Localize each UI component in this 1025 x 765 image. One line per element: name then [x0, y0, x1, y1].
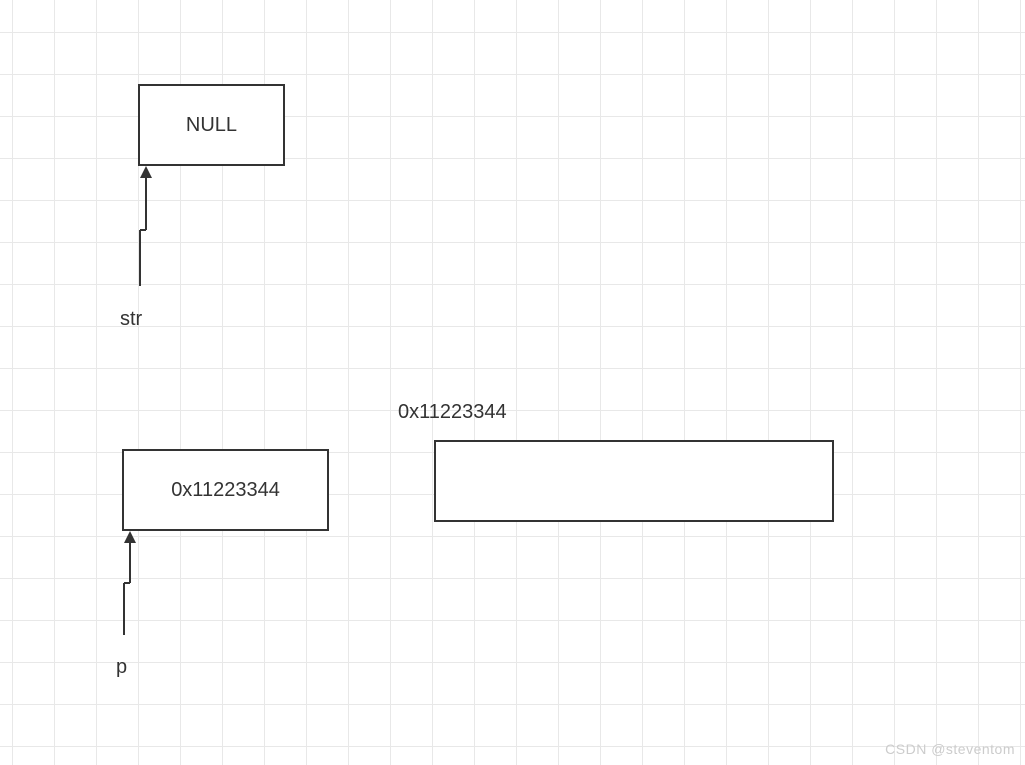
arrow-str-to-null	[126, 166, 156, 288]
arrow-p-to-box	[110, 531, 140, 637]
p-value-box: 0x11223344	[122, 449, 329, 531]
p-value-box-label: 0x11223344	[171, 479, 280, 502]
null-box: NULL	[138, 84, 285, 166]
str-label: str	[120, 308, 142, 331]
address-label: 0x11223344	[398, 401, 507, 424]
watermark: CSDN @steventom	[885, 741, 1015, 757]
p-label: p	[116, 656, 127, 679]
null-box-label: NULL	[186, 114, 237, 137]
memory-box	[434, 440, 834, 522]
